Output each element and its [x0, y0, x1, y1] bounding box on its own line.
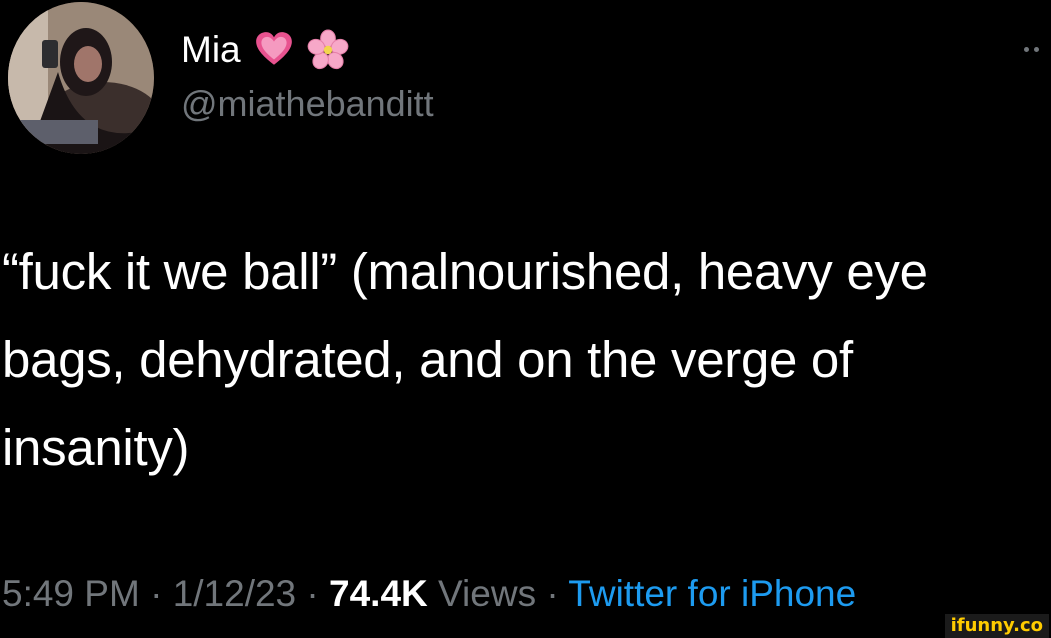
views-count[interactable]: 74.4K	[329, 573, 428, 614]
meta-separator: ·	[296, 573, 330, 614]
more-options-icon[interactable]	[1024, 44, 1048, 54]
avatar-photo	[8, 2, 154, 154]
avatar[interactable]	[8, 2, 154, 154]
heart-icon	[253, 29, 295, 71]
meta-separator: ·	[536, 573, 569, 614]
author-display-name[interactable]: Mia	[181, 28, 241, 72]
tweet-source-link[interactable]: Twitter for iPhone	[568, 573, 856, 614]
tweet-text: “fuck it we ball” (malnourished, heavy e…	[2, 243, 928, 476]
meta-separator: ·	[139, 573, 173, 614]
tweet-meta: 5:49 PM · 1/12/23 · 74.4K Views · Twitte…	[2, 570, 856, 618]
views-label: Views	[438, 573, 537, 614]
tweet-date[interactable]: 1/12/23	[173, 573, 296, 614]
cherry-blossom-icon	[307, 29, 349, 71]
watermark: ifunny.co	[944, 614, 1049, 638]
author-name-row[interactable]: Mia	[181, 28, 349, 72]
tweet-time[interactable]: 5:49 PM	[2, 573, 140, 614]
author-handle[interactable]: @miathebanditt	[181, 82, 434, 126]
